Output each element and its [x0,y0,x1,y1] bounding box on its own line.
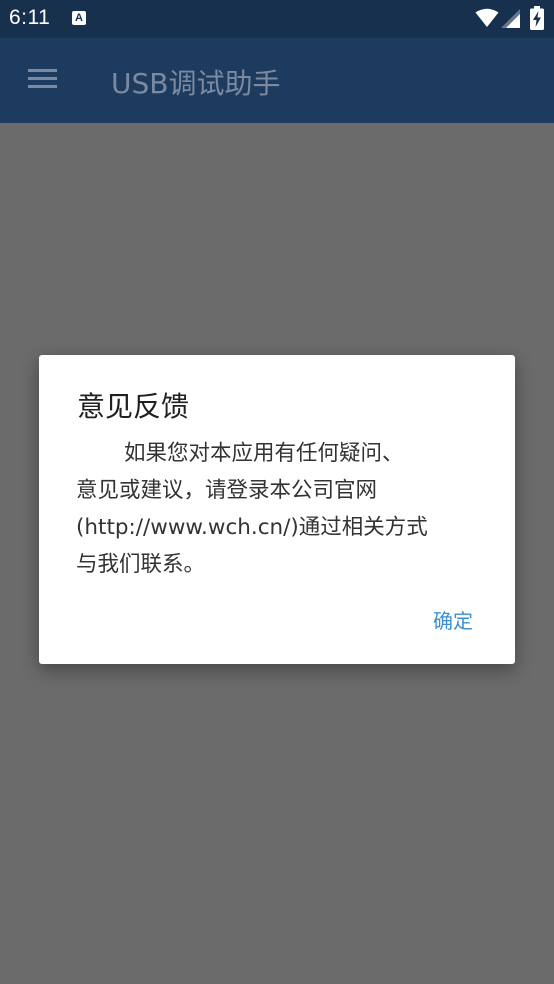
signal-icon [501,9,520,28]
hamburger-menu-icon[interactable] [24,66,64,96]
status-bar: 6:11 A [0,0,554,38]
dialog-title: 意见反馈 [77,390,190,423]
app-title: USB调试助手 [111,67,281,100]
status-time: 6:11 [9,6,51,29]
menu-line [28,77,57,80]
message-line: 与我们联系。 [76,552,206,577]
feedback-dialog: 意见反馈 如果您对本应用有任何疑问、 意见或建议，请登录本公司官网 (http:… [39,355,515,664]
wifi-icon [475,8,499,27]
screen: 6:11 A USB调试助手 意见反馈 如果您对本应用有任何疑问、 意见或建议，… [0,0,554,984]
menu-line [28,69,57,72]
confirm-button[interactable]: 确定 [421,601,485,638]
message-line: (http://www.wch.cn/)通过相关方式 [76,515,428,540]
menu-line [28,85,57,88]
dialog-message: 如果您对本应用有任何疑问、 意见或建议，请登录本公司官网 (http://www… [76,435,476,583]
message-line: 意见或建议，请登录本公司官网 [76,478,378,503]
message-line: 如果您对本应用有任何疑问、 [124,441,404,466]
app-bar: USB调试助手 [0,38,554,123]
battery-charging-icon [530,6,544,30]
notification-a-icon: A [72,11,86,25]
